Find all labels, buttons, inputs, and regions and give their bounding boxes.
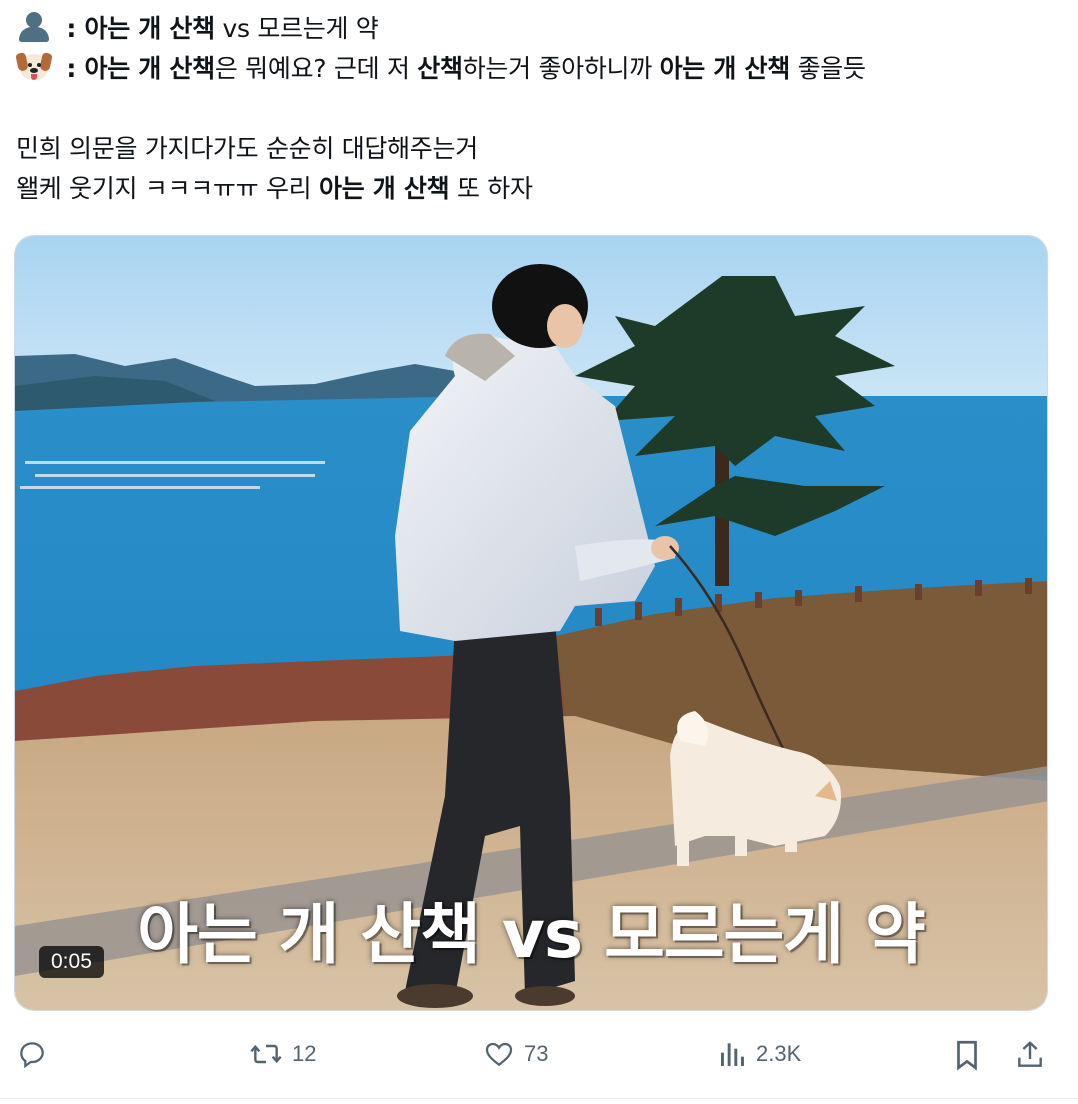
text: vs 모르는게 약 xyxy=(214,14,379,43)
bookmark-button[interactable] xyxy=(952,1038,982,1072)
tweet-paragraph-line-1: 민희 의문을 가지다가도 순순히 대답해주는거 xyxy=(16,132,478,166)
views-button[interactable]: 2.3K xyxy=(718,1038,801,1070)
retweet-icon xyxy=(250,1044,282,1064)
bold-text: 산책 xyxy=(417,54,463,83)
video-player[interactable]: 아는 개 산책 vs 모르는게 약 0:05 xyxy=(14,235,1048,1011)
views-count: 2.3K xyxy=(756,1041,802,1066)
reply-icon xyxy=(20,1042,44,1069)
views-icon xyxy=(721,1043,744,1066)
tweet-line-2: : 아는 개 산책은 뭐예요? 근데 저 산책하는거 좋아하니까 아는 개 산책… xyxy=(15,52,866,86)
tweet-action-bar: 12 73 2.3K xyxy=(0,1030,1078,1084)
tweet-paragraph-line-2: 왤케 웃기지 ㅋㅋㅋㅠㅠ 우리 아는 개 산책 또 하자 xyxy=(16,172,533,206)
bold-text: 아는 개 산책 xyxy=(84,54,216,83)
share-button[interactable] xyxy=(1014,1038,1046,1072)
text: 또 하자 xyxy=(449,174,533,203)
bold-text: : xyxy=(58,14,85,43)
tweet-line-1-text: : 아는 개 산책 vs 모르는게 약 xyxy=(58,14,379,43)
video-timestamp: 0:05 xyxy=(39,946,104,978)
video-caption: 아는 개 산책 vs 모르는게 약 xyxy=(137,896,925,973)
text: 좋을듯 xyxy=(789,54,866,83)
text: 하는거 좋아하니까 xyxy=(462,54,660,83)
text: 민희 의문을 가지다가도 순순히 대답해주는거 xyxy=(16,134,478,163)
person-icon xyxy=(16,12,52,42)
bold-text: 아는 개 산책 xyxy=(319,174,450,203)
retweet-count: 12 xyxy=(292,1041,317,1066)
tweet-line-1: : 아는 개 산책 vs 모르는게 약 xyxy=(16,12,379,46)
tweet-line-2-text: : 아는 개 산책은 뭐예요? 근데 저 산책하는거 좋아하니까 아는 개 산책… xyxy=(58,54,866,83)
retweet-button[interactable]: 12 xyxy=(248,1038,316,1070)
bold-text: 아는 개 산책 xyxy=(659,54,791,83)
text: 왤케 웃기지 ㅋㅋㅋㅠㅠ 우리 xyxy=(16,174,319,203)
heart-icon xyxy=(485,1042,513,1067)
text: 은 뭐예요? 근데 저 xyxy=(214,54,418,83)
divider xyxy=(0,1098,1078,1099)
dog-face-icon xyxy=(15,52,53,82)
bold-text: : xyxy=(58,54,85,83)
bold-text: 아는 개 산책 xyxy=(84,14,216,43)
reply-button[interactable] xyxy=(16,1038,48,1070)
like-button[interactable]: 73 xyxy=(482,1038,548,1070)
share-icon xyxy=(1018,1041,1042,1067)
like-count: 73 xyxy=(524,1041,549,1066)
bookmark-icon xyxy=(957,1040,977,1071)
